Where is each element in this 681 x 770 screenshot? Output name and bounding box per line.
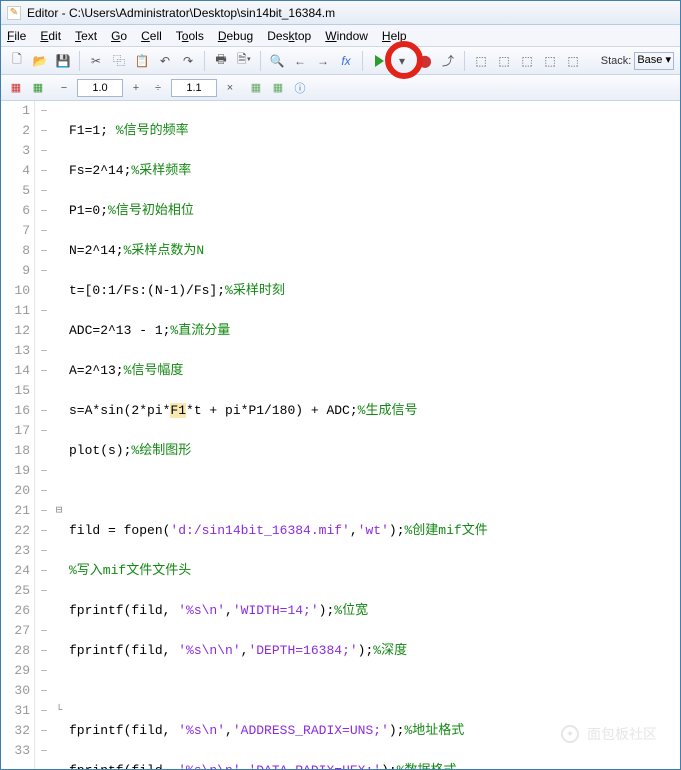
zoom2-input[interactable] xyxy=(171,79,217,97)
separator xyxy=(260,51,261,71)
divide-icon[interactable]: ÷ xyxy=(149,79,167,97)
toolbar-main: 🗋 📂 💾 ✂ ⿻ 📋 ↶ ↷ 🖶 🗎▾ 🔍 ← → fx ▾ ⬤ ⤴ ⬚ ⬚ … xyxy=(1,47,680,75)
zoom1-input[interactable] xyxy=(77,79,123,97)
menu-go[interactable]: Go xyxy=(111,29,127,43)
menu-cell[interactable]: Cell xyxy=(141,29,162,43)
menu-edit[interactable]: Edit xyxy=(40,29,61,43)
find-icon[interactable]: 🔍 xyxy=(267,51,287,71)
copy-icon[interactable]: ⿻ xyxy=(109,51,129,71)
editor-window: Editor - C:\Users\Administrator\Desktop\… xyxy=(0,0,681,770)
step-icon[interactable]: ⤴ xyxy=(438,51,458,71)
separator xyxy=(464,51,465,71)
dash-column: –––––––––––––––––––––––––––– xyxy=(35,101,53,769)
cell-run-icon[interactable]: ▦ xyxy=(29,79,47,97)
undo-icon[interactable]: ↶ xyxy=(155,51,175,71)
paste-icon[interactable]: 📋 xyxy=(132,51,152,71)
times-icon[interactable]: × xyxy=(221,79,239,97)
print-icon[interactable]: 🖶 xyxy=(211,51,231,71)
cell-add-icon[interactable]: ▦ xyxy=(7,79,25,97)
cell-tool2-icon[interactable]: ▦ xyxy=(269,79,287,97)
info-icon[interactable]: ⓘ xyxy=(291,79,309,97)
minus-icon[interactable]: − xyxy=(55,79,73,97)
separator xyxy=(204,51,205,71)
menu-desktop[interactable]: Desktop xyxy=(267,29,311,43)
new-icon[interactable]: 🗋 xyxy=(7,51,27,71)
stack-select[interactable]: Base ▾ xyxy=(634,52,674,70)
fold-column[interactable]: ⊟└ xyxy=(53,101,65,769)
stack-icon3[interactable]: ⬚ xyxy=(517,51,537,71)
nav-back-icon[interactable]: ← xyxy=(290,51,310,71)
breakpoint-icon[interactable]: ⬤ xyxy=(415,51,435,71)
cell-tool1-icon[interactable]: ▦ xyxy=(247,79,265,97)
stack-icon1[interactable]: ⬚ xyxy=(471,51,491,71)
window-title: Editor - C:\Users\Administrator\Desktop\… xyxy=(27,6,335,20)
stack-icon5[interactable]: ⬚ xyxy=(563,51,583,71)
stack-label: Stack: xyxy=(601,55,632,67)
stack-icon2[interactable]: ⬚ xyxy=(494,51,514,71)
app-icon xyxy=(7,6,21,20)
watermark: ✦ 面包板社区 xyxy=(561,724,657,744)
run-button[interactable] xyxy=(369,51,389,71)
menu-file[interactable]: File xyxy=(7,29,26,43)
menu-tools[interactable]: Tools xyxy=(176,29,204,43)
wechat-icon: ✦ xyxy=(561,725,579,743)
print-preview-icon[interactable]: 🗎▾ xyxy=(234,51,254,71)
play-icon xyxy=(375,55,384,67)
separator xyxy=(79,51,80,71)
menu-text[interactable]: Text xyxy=(75,29,97,43)
code-editor[interactable]: 1234567891011121314151617181920212223242… xyxy=(1,101,680,769)
stack-icon4[interactable]: ⬚ xyxy=(540,51,560,71)
fx-icon[interactable]: fx xyxy=(336,51,356,71)
toolbar-cell: ▦ ▦ − + ÷ × ▦ ▦ ⓘ xyxy=(1,75,680,101)
menu-debug[interactable]: Debug xyxy=(218,29,253,43)
menu-help[interactable]: Help xyxy=(382,29,407,43)
cut-icon[interactable]: ✂ xyxy=(86,51,106,71)
line-gutter: 1234567891011121314151617181920212223242… xyxy=(1,101,35,769)
open-icon[interactable]: 📂 xyxy=(30,51,50,71)
save-icon[interactable]: 💾 xyxy=(53,51,73,71)
plus-icon[interactable]: + xyxy=(127,79,145,97)
run-dropdown-icon[interactable]: ▾ xyxy=(392,51,412,71)
menubar: File Edit Text Go Cell Tools Debug Deskt… xyxy=(1,25,680,47)
redo-icon[interactable]: ↷ xyxy=(178,51,198,71)
separator xyxy=(362,51,363,71)
menu-window[interactable]: Window xyxy=(325,29,368,43)
titlebar[interactable]: Editor - C:\Users\Administrator\Desktop\… xyxy=(1,1,680,25)
code-area[interactable]: F1=1; %信号的频率 Fs=2^14;%采样频率 P1=0;%信号初始相位 … xyxy=(65,101,680,769)
nav-fwd-icon[interactable]: → xyxy=(313,51,333,71)
